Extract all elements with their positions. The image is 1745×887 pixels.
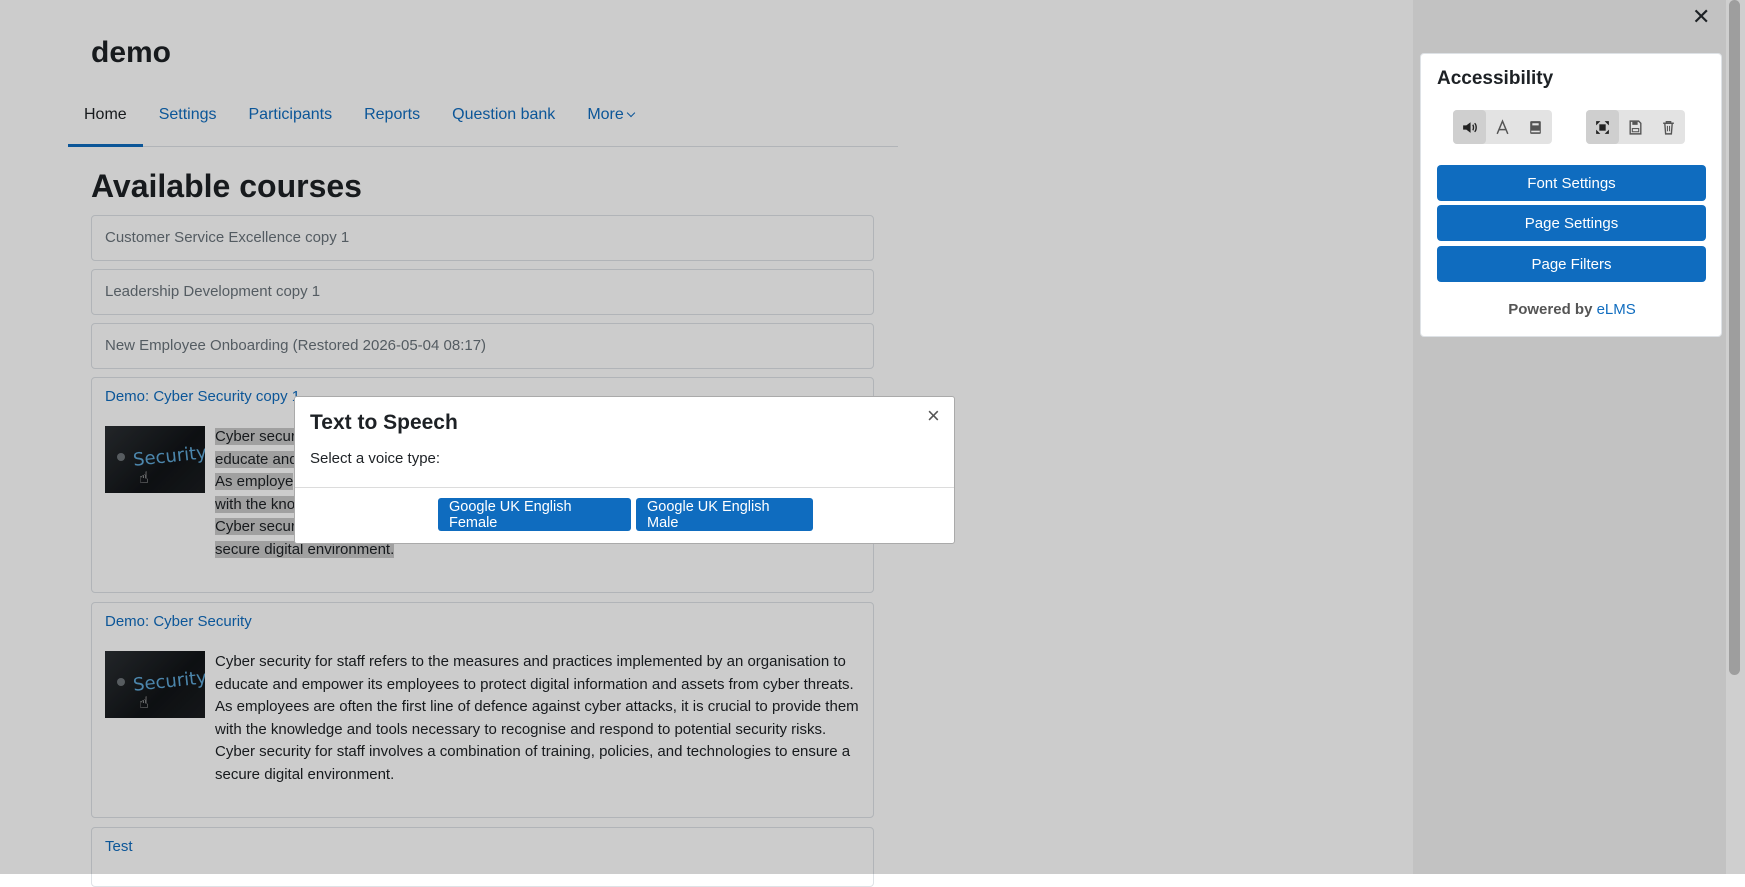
page: demo Home Settings Participants Reports …: [0, 0, 1745, 887]
page-filters-button[interactable]: Page Filters: [1437, 246, 1706, 282]
drawer-close-icon[interactable]: ✕: [1692, 4, 1710, 30]
accessibility-tools-left: [1453, 110, 1552, 144]
text-to-speech-dialog: Text to Speech × Select a voice type: Go…: [294, 396, 955, 544]
voice-male-button[interactable]: Google UK English Male: [636, 498, 813, 531]
powered-by-label: Powered by: [1508, 301, 1593, 318]
page-settings-button[interactable]: Page Settings: [1437, 205, 1706, 241]
scrollbar-thumb[interactable]: [1729, 0, 1740, 675]
dialog-divider: [295, 487, 954, 488]
trash-icon[interactable]: [1652, 110, 1685, 144]
move-icon[interactable]: [1586, 110, 1619, 144]
save-icon[interactable]: [1619, 110, 1652, 144]
accessibility-block: Accessibility Font Settings Page Setting…: [1420, 53, 1722, 337]
accessibility-title: Accessibility: [1437, 68, 1554, 89]
elms-link[interactable]: eLMS: [1597, 301, 1636, 318]
font-icon[interactable]: [1486, 110, 1519, 144]
speaker-icon[interactable]: [1453, 110, 1486, 144]
powered-by: Powered by eLMS: [1421, 301, 1723, 318]
font-settings-button[interactable]: Font Settings: [1437, 165, 1706, 201]
book-icon[interactable]: [1519, 110, 1552, 144]
page-scrollbar[interactable]: [1726, 0, 1745, 874]
accessibility-tools-right: [1586, 110, 1685, 144]
voice-female-button[interactable]: Google UK English Female: [438, 498, 631, 531]
dialog-prompt: Select a voice type:: [310, 450, 441, 467]
close-icon[interactable]: ×: [927, 403, 940, 429]
dialog-title: Text to Speech: [310, 411, 458, 434]
